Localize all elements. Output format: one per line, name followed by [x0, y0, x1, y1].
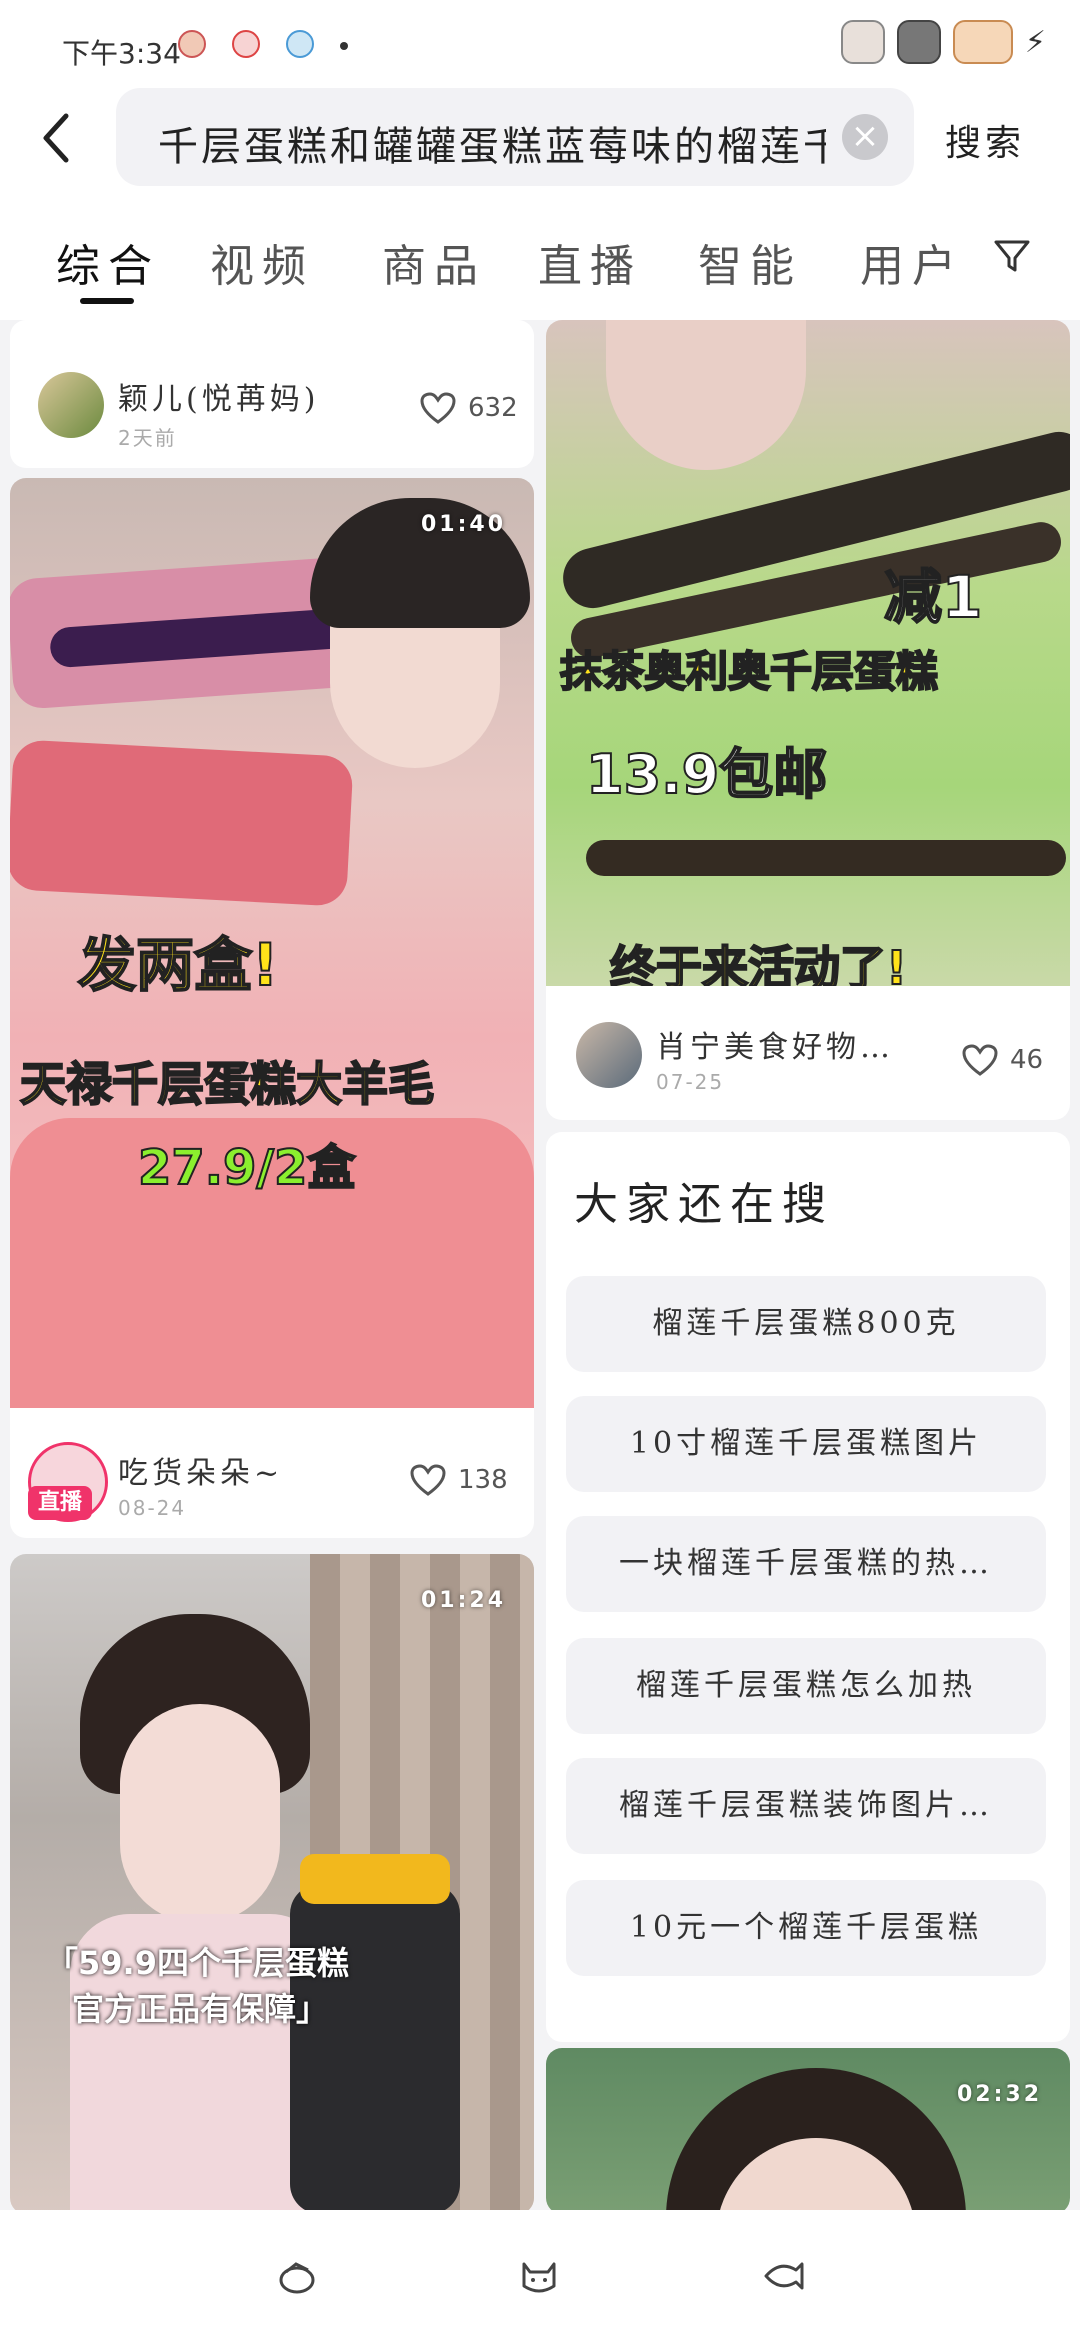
avatar[interactable]	[38, 372, 104, 438]
video-thumbnail[interactable]: 减1 抹茶奥利奥千层蛋糕 13.9包邮 终于来活动了!	[546, 320, 1070, 986]
overlay-text: 官方正品有保障」	[72, 1990, 329, 2028]
jar-lid-image	[300, 1854, 450, 1904]
cat-sticker-icon	[896, 20, 941, 64]
cake-slice-image	[10, 739, 354, 907]
live-badge: 直播	[28, 1486, 92, 1520]
cat-nav-icon[interactable]	[516, 2256, 562, 2296]
search-button[interactable]: 搜索	[945, 114, 1025, 166]
like-button[interactable]: 46	[962, 1044, 1043, 1076]
video-card[interactable]: 01:40 发两盒! 天禄千层蛋糕大羊毛 27.9/2盒 吃货朵朵~ 08-24…	[10, 478, 534, 1538]
oreo-layer-image	[586, 840, 1066, 876]
video-duration: 02:32	[956, 2082, 1042, 2107]
author-name[interactable]: 肖宁美食好物…	[656, 1022, 936, 1066]
avatar[interactable]	[576, 1022, 642, 1088]
suggestion-chip[interactable]: 10元一个榴莲千层蛋糕	[566, 1880, 1046, 1976]
post-date: 07-25	[656, 1070, 725, 1094]
suggestion-chip[interactable]: 一块榴莲千层蛋糕的热…	[566, 1516, 1046, 1612]
tab-all[interactable]: 综合	[56, 230, 160, 294]
video-thumbnail[interactable]: 01:40 发两盒! 天禄千层蛋糕大羊毛 27.9/2盒	[10, 478, 534, 1408]
status-right-icons: ⚡	[840, 20, 1046, 64]
cat-sticker-icon	[840, 20, 885, 64]
heart-icon	[410, 1464, 446, 1496]
heart-icon	[962, 1044, 998, 1076]
also-searched-title: 大家还在搜	[574, 1179, 834, 1230]
video-duration: 01:40	[420, 512, 506, 537]
heart-icon	[420, 392, 456, 424]
person-face-image	[606, 320, 806, 470]
suggestion-chip[interactable]: 榴莲千层蛋糕装饰图片…	[566, 1758, 1046, 1854]
person-face-image	[120, 1704, 280, 1924]
active-tab-indicator	[80, 298, 134, 304]
post-date: 2天前	[118, 426, 177, 450]
suggestion-chip[interactable]: 10寸榴莲千层蛋糕图片	[566, 1396, 1046, 1492]
like-count: 632	[468, 393, 518, 423]
author-name[interactable]: 吃货朵朵~	[118, 1448, 283, 1492]
tab-users[interactable]: 用户	[860, 230, 964, 294]
suggestion-chip[interactable]: 榴莲千层蛋糕800克	[566, 1276, 1046, 1372]
like-count: 46	[1010, 1045, 1044, 1075]
post-date: 08-24	[118, 1496, 187, 1520]
tab-live[interactable]: 直播	[538, 230, 642, 294]
back-arrow-icon[interactable]	[36, 108, 96, 178]
overlay-text: 终于来活动了!	[609, 940, 908, 986]
cake-jar-image	[290, 1884, 460, 2214]
video-card[interactable]: 02:32	[546, 2048, 1070, 2214]
like-button[interactable]: 138	[410, 1464, 508, 1496]
overlay-text: 天禄千层蛋糕大羊毛	[19, 1056, 435, 1112]
video-thumbnail[interactable]: 01:24 「59.9四个千层蛋糕 官方正品有保障」	[10, 1554, 534, 2214]
fish-nav-icon[interactable]	[760, 2256, 806, 2296]
app-notification-icon	[286, 30, 314, 58]
battery-fish-icon	[952, 20, 1013, 64]
search-input[interactable]: 千层蛋糕和罐罐蛋糕蓝莓味的榴莲千层蛋糕 ×	[116, 88, 914, 186]
clear-icon[interactable]: ×	[842, 114, 888, 160]
duck-nav-icon[interactable]	[274, 2256, 320, 2296]
video-duration: 01:24	[420, 1588, 506, 1613]
video-card[interactable]: 01:24 「59.9四个千层蛋糕 官方正品有保障」	[10, 1554, 534, 2214]
overlay-text: 发两盒!	[77, 930, 279, 1000]
bottom-nav	[0, 2210, 1080, 2340]
search-header: 千层蛋糕和罐罐蛋糕蓝莓味的榴莲千层蛋糕 × 搜索	[0, 88, 1080, 198]
tab-video[interactable]: 视频	[210, 230, 314, 294]
like-count: 138	[458, 1465, 508, 1495]
overlay-text: 27.9/2盒	[137, 1139, 356, 1197]
result-tabs: 综合 视频 商品 直播 智能 用户	[0, 198, 1080, 320]
more-notifications-dot-icon	[340, 42, 348, 50]
status-bar: 下午3:34 ⚡	[0, 0, 1080, 88]
author-name[interactable]: 颖儿(悦苒妈)	[118, 374, 319, 418]
charging-icon: ⚡	[1024, 24, 1046, 60]
overlay-text: 减1	[883, 562, 983, 632]
app-notification-icon	[178, 30, 206, 58]
video-card[interactable]: 颖儿(悦苒妈) 2天前 632	[10, 320, 534, 468]
status-time: 下午3:34	[62, 37, 181, 70]
overlay-text: 「59.9四个千层蛋糕	[46, 1944, 349, 1982]
overlay-text: 抹茶奥利奥千层蛋糕	[559, 646, 939, 697]
filter-icon[interactable]	[992, 236, 1032, 276]
app-notification-icon	[232, 30, 260, 58]
suggestion-chip[interactable]: 榴莲千层蛋糕怎么加热	[566, 1638, 1046, 1734]
notification-icons	[178, 30, 314, 58]
overlay-text: 13.9包邮	[585, 742, 828, 807]
video-thumbnail[interactable]: 02:32	[546, 2048, 1070, 2214]
tab-goods[interactable]: 商品	[382, 230, 486, 294]
video-card[interactable]: 减1 抹茶奥利奥千层蛋糕 13.9包邮 终于来活动了! 肖宁美食好物… 07-2…	[546, 320, 1070, 1120]
tab-smart[interactable]: 智能	[698, 230, 802, 294]
like-button[interactable]: 632	[420, 392, 518, 424]
search-query-text: 千层蛋糕和罐罐蛋糕蓝莓味的榴莲千层蛋糕	[158, 124, 826, 170]
